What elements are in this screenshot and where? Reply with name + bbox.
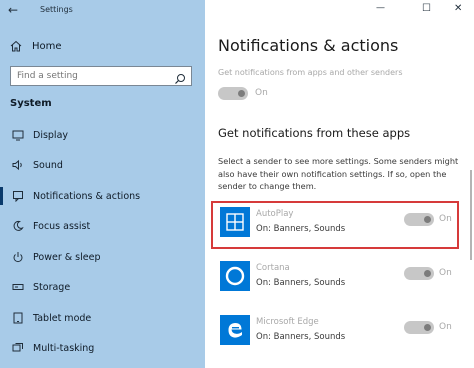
autoplay-highlight-box xyxy=(211,201,459,249)
global-notifications-state: On xyxy=(255,88,268,98)
sidebar-item-tablet-mode[interactable]: Tablet mode xyxy=(0,303,205,334)
sidebar-item-label: Multi-tasking xyxy=(33,343,95,355)
multitasking-icon xyxy=(12,339,24,358)
power-icon xyxy=(12,248,24,267)
sound-icon xyxy=(12,156,24,175)
sidebar-item-label: Storage xyxy=(33,282,71,294)
home-icon xyxy=(10,37,22,56)
apps-description: Select a sender to see more settings. So… xyxy=(218,156,459,191)
app-row-microsoft-edge[interactable]: Microsoft Edge On: Banners, Sounds On xyxy=(218,312,461,354)
notifications-icon xyxy=(12,187,24,206)
sidebar-item-label: Sound xyxy=(33,160,63,172)
app-toggle-state: On xyxy=(439,322,452,332)
sidebar-item-label: Display xyxy=(33,129,69,141)
sidebar-item-display[interactable]: Display xyxy=(0,120,205,151)
app-detail: On: Banners, Sounds xyxy=(256,332,346,342)
sidebar-item-label: Focus assist xyxy=(33,221,91,233)
search-input[interactable] xyxy=(17,69,167,83)
window-title: Settings xyxy=(40,5,73,14)
sidebar-item-multitasking[interactable]: Multi-tasking xyxy=(0,334,205,365)
moon-icon xyxy=(12,217,24,236)
search-box[interactable] xyxy=(10,66,192,86)
tablet-icon xyxy=(12,309,24,328)
app-name: Microsoft Edge xyxy=(256,317,319,327)
app-row-cortana[interactable]: Cortana On: Banners, Sounds On xyxy=(218,258,461,300)
app-toggle[interactable] xyxy=(404,321,434,334)
apps-heading: Get notifications from these apps xyxy=(218,126,411,140)
display-icon xyxy=(12,126,24,145)
sidebar-item-label: Tablet mode xyxy=(33,312,92,324)
app-detail: On: Banners, Sounds xyxy=(256,278,346,288)
sidebar-item-power-sleep[interactable]: Power & sleep xyxy=(0,242,205,273)
sidebar-item-label: Power & sleep xyxy=(33,251,101,263)
scrollbar[interactable] xyxy=(470,170,472,260)
back-arrow-icon[interactable]: ← xyxy=(8,3,18,17)
global-notifications-label: Get notifications from apps and other se… xyxy=(218,68,403,77)
page-title: Notifications & actions xyxy=(218,36,399,55)
app-name: Cortana xyxy=(256,263,290,273)
sidebar-item-notifications[interactable]: Notifications & actions xyxy=(0,181,205,212)
sidebar-item-sound[interactable]: Sound xyxy=(0,151,205,182)
global-notifications-toggle[interactable] xyxy=(218,87,248,100)
main-content: Notifications & actions Get notification… xyxy=(205,0,474,368)
sidebar-item-storage[interactable]: Storage xyxy=(0,273,205,304)
storage-icon xyxy=(12,278,24,297)
sidebar-nav: Display Sound Notifications & actions Fo… xyxy=(0,120,205,364)
search-icon[interactable] xyxy=(174,70,186,89)
edge-icon xyxy=(220,315,250,345)
app-toggle-state: On xyxy=(439,268,452,278)
home-nav[interactable]: Home xyxy=(10,38,62,54)
app-toggle[interactable] xyxy=(404,267,434,280)
home-label: Home xyxy=(32,40,62,52)
cortana-icon xyxy=(220,261,250,291)
sidebar-item-focus-assist[interactable]: Focus assist xyxy=(0,212,205,243)
section-heading: System xyxy=(10,98,52,109)
sidebar-item-label: Notifications & actions xyxy=(33,190,141,202)
